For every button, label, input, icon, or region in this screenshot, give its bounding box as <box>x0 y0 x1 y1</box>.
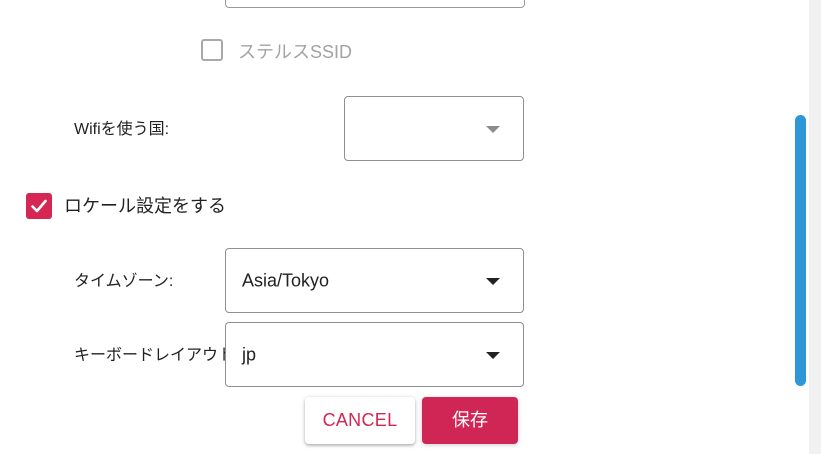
wifi-country-label: Wifiを使う国: <box>74 121 170 138</box>
cancel-button[interactable]: CANCEL <box>305 397 415 444</box>
check-icon <box>31 199 47 213</box>
chevron-down-icon <box>486 278 500 285</box>
chevron-down-icon <box>486 126 500 133</box>
settings-dialog: ステルスSSID Wifiを使う国: ロケール設定をする タイムゾーン: Asi… <box>0 0 821 454</box>
locale-label: ロケール設定をする <box>64 196 226 216</box>
chevron-down-icon <box>486 352 500 359</box>
timezone-select[interactable]: Asia/Tokyo <box>225 248 524 313</box>
timezone-label: タイムゾーン: <box>74 273 174 290</box>
keyboard-select[interactable]: jp <box>225 322 524 387</box>
keyboard-value: jp <box>242 344 257 364</box>
stealth-ssid-label: ステルスSSID <box>238 42 353 62</box>
timezone-value: Asia/Tokyo <box>242 270 330 290</box>
save-button[interactable]: 保存 <box>422 397 518 444</box>
locale-checkbox[interactable] <box>26 193 52 219</box>
scrollbar-thumb[interactable] <box>795 115 806 386</box>
stealth-ssid-checkbox[interactable] <box>201 39 223 61</box>
wifi-country-select[interactable] <box>344 96 524 161</box>
text-input-partial[interactable] <box>225 0 525 8</box>
window-edge <box>809 0 821 454</box>
keyboard-label: キーボードレイアウト: <box>74 347 239 364</box>
